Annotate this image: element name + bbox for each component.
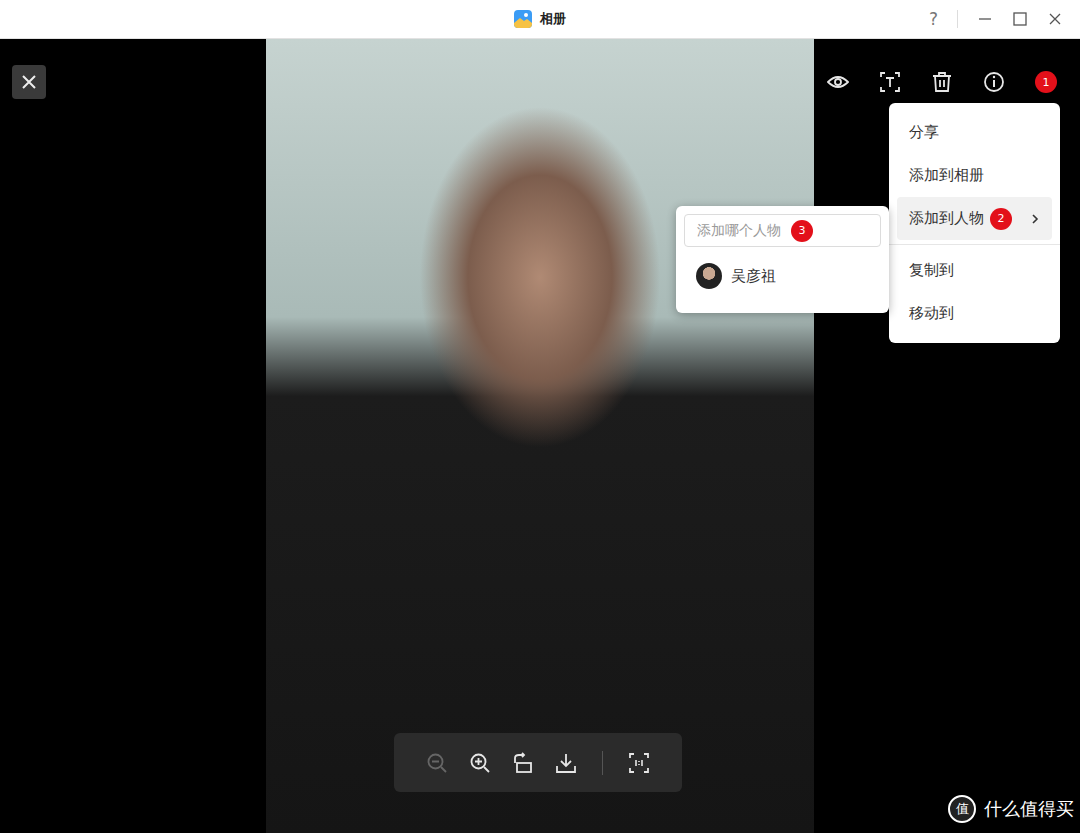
chevron-right-icon — [1030, 213, 1040, 225]
step-badge: 3 — [791, 220, 813, 242]
bottom-toolbar — [394, 733, 682, 792]
people-submenu: 添加哪个人物 3 吴彦祖 — [676, 206, 889, 313]
info-icon[interactable] — [983, 71, 1005, 93]
step-badge: 1 — [1035, 71, 1057, 93]
menu-item-label: 添加到相册 — [909, 166, 984, 185]
menu-item-label: 分享 — [909, 123, 939, 142]
person-search-field[interactable]: 添加哪个人物 3 — [684, 214, 881, 247]
menu-item[interactable]: 添加到人物 2 — [897, 197, 1052, 240]
person-item[interactable]: 吴彦祖 — [684, 247, 881, 305]
album-app-icon — [514, 10, 532, 28]
minimize-icon[interactable] — [977, 11, 993, 27]
eye-icon[interactable] — [827, 71, 849, 93]
zoom-out-icon[interactable] — [426, 752, 448, 774]
download-icon[interactable] — [555, 752, 577, 774]
watermark-text: 什么值得买 — [984, 797, 1074, 821]
more-button[interactable]: 1 — [1035, 71, 1057, 93]
watermark-logo: 值 — [948, 795, 976, 823]
top-toolbar: 1 — [827, 71, 1057, 93]
person-name: 吴彦祖 — [731, 267, 776, 286]
watermark: 值什么值得买 — [948, 795, 1074, 823]
close-icon — [20, 73, 38, 91]
text-recognition-icon[interactable] — [879, 71, 901, 93]
search-placeholder: 添加哪个人物 — [697, 222, 781, 240]
menu-item-label: 移动到 — [909, 304, 954, 323]
divider — [957, 10, 958, 28]
menu-item[interactable]: 添加到相册 — [897, 154, 1052, 197]
window-title: 相册 — [540, 10, 566, 28]
menu-separator — [889, 244, 1060, 245]
menu-item[interactable]: 移动到 — [897, 292, 1052, 335]
toolbar-separator — [602, 751, 603, 775]
menu-item-label: 复制到 — [909, 261, 954, 280]
menu-item[interactable]: 复制到 — [897, 249, 1052, 292]
help-button[interactable]: ? — [929, 9, 938, 29]
close-window-icon[interactable] — [1047, 11, 1063, 27]
zoom-in-icon[interactable] — [469, 752, 491, 774]
fit-screen-icon[interactable] — [628, 752, 650, 774]
title-bar: 相册? — [0, 0, 1080, 39]
menu-item[interactable]: 分享 — [897, 111, 1052, 154]
close-viewer-button[interactable] — [12, 65, 46, 99]
rotate-icon[interactable] — [512, 752, 534, 774]
photo-app: 相册? 1 分享添加到相册添加到人物 2 复制到移动到 添加哪个人物 3 吴彦祖值什么值得买 — [0, 0, 1080, 833]
viewer-stage: 1 分享添加到相册添加到人物 2 复制到移动到 添加哪个人物 3 吴彦祖值什么值得买 — [0, 39, 1080, 833]
photo — [266, 39, 814, 833]
step-badge: 2 — [990, 208, 1012, 230]
maximize-icon[interactable] — [1012, 11, 1028, 27]
more-menu: 分享添加到相册添加到人物 2 复制到移动到 — [889, 103, 1060, 343]
person-avatar — [696, 263, 722, 289]
trash-icon[interactable] — [931, 71, 953, 93]
menu-item-label: 添加到人物 — [909, 209, 984, 228]
